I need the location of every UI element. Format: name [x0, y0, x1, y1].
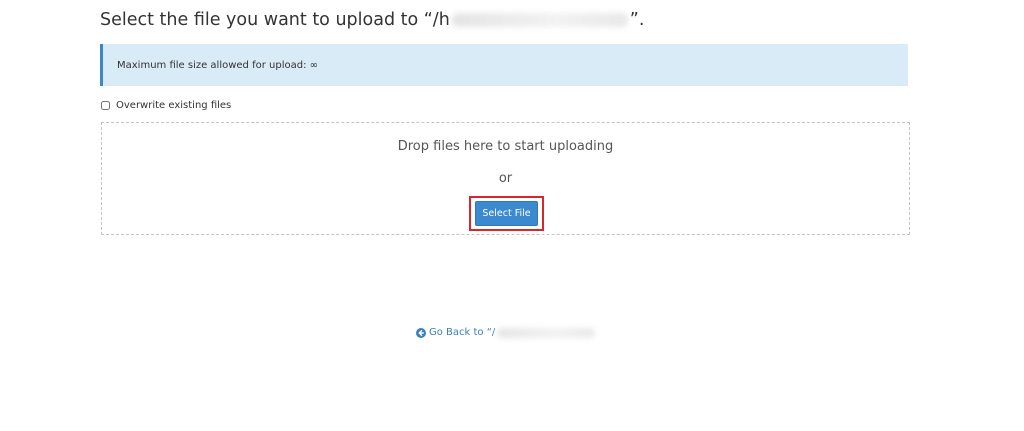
- overwrite-option[interactable]: Overwrite existing files: [100, 100, 231, 111]
- or-separator: or: [498, 171, 513, 186]
- select-file-button[interactable]: Select File: [475, 201, 538, 226]
- max-size-notice: Maximum file size allowed for upload: ∞: [100, 44, 908, 86]
- overwrite-label: Overwrite existing files: [116, 100, 232, 111]
- drop-zone[interactable]: Drop files here to start uploading or Se…: [101, 122, 910, 235]
- select-file-highlight: Select File: [469, 196, 544, 231]
- go-back-text: Go Back to “/: [429, 327, 496, 338]
- page-title-suffix: ”.: [629, 10, 645, 30]
- drop-instruction: Drop files here to start uploading: [397, 139, 614, 154]
- page-title-prefix: Select the file you want to upload to “/…: [100, 10, 450, 30]
- redacted-path: [451, 13, 628, 27]
- redacted-back-path: [497, 327, 596, 338]
- overwrite-checkbox[interactable]: [101, 101, 110, 110]
- arrow-circle-left-icon: [416, 327, 426, 338]
- max-size-text: Maximum file size allowed for upload: ∞: [117, 59, 318, 71]
- go-back-link[interactable]: Go Back to “/: [416, 327, 596, 338]
- page-title: Select the file you want to upload to “/…: [100, 10, 644, 30]
- file-upload-page: Select the file you want to upload to “/…: [0, 0, 1024, 431]
